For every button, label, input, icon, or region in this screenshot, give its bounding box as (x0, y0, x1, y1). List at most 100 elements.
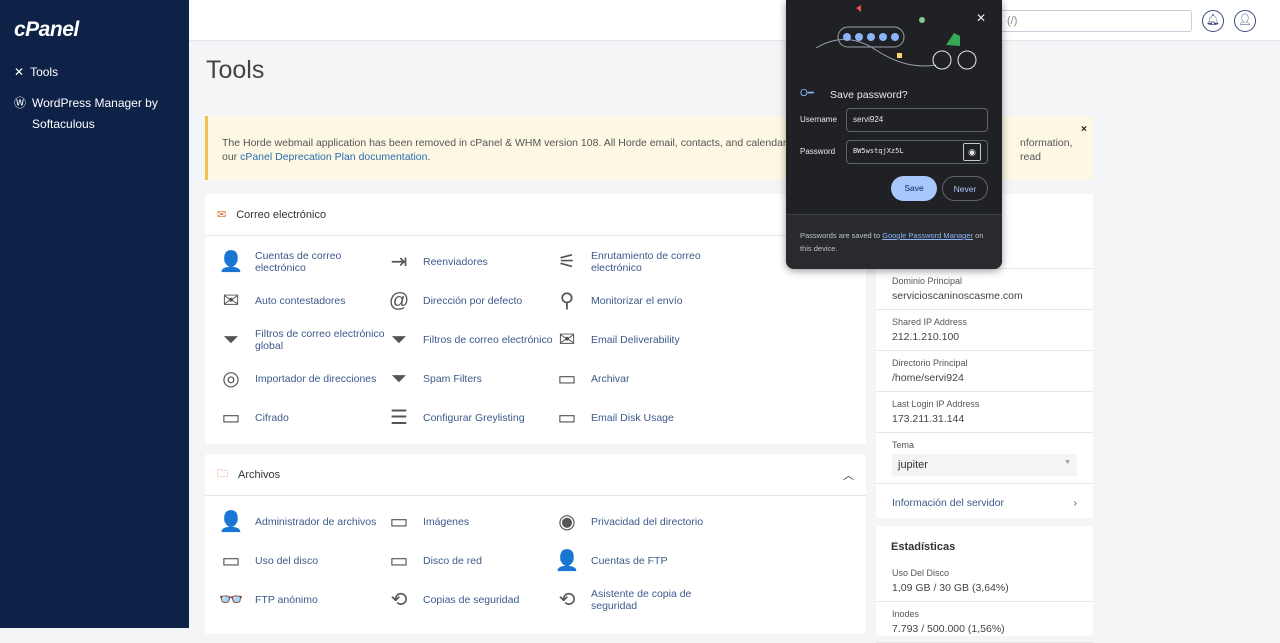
sidebar: cPanel ✕ Tools Ⓦ WordPress Manager by Soft… (0, 0, 189, 628)
info-value: 173.211.31.144 (892, 413, 965, 425)
info-row: Shared IP Address 212.1.210.100 (876, 310, 1093, 351)
theme-value: jupiter (898, 459, 928, 471)
sidebar-item-label: WordPress Manager by Softaculous (32, 96, 158, 131)
collapse-chevron-icon[interactable]: ︿ (843, 467, 854, 483)
theme-select[interactable]: jupiter ▼ (892, 454, 1077, 476)
tool-icon: ◉ (558, 510, 576, 533)
tool-icon: ⟲ (558, 588, 576, 611)
toggle-visibility-eye-icon[interactable]: ◉ (963, 143, 981, 161)
tool-label: Dirección por defecto (423, 294, 523, 307)
tool-link[interactable]: 👓 FTP anónimo (217, 580, 385, 619)
tool-label: Uso del disco (255, 554, 319, 567)
info-label: Directorio Principal (892, 358, 968, 368)
tool-link[interactable]: ▭ Cifrado (217, 398, 385, 437)
tool-icon: ▭ (389, 549, 409, 572)
tool-link[interactable]: ✉ Email Deliverability (553, 320, 721, 359)
folder-icon: 🗀 (217, 468, 228, 480)
tool-link[interactable]: ⏷ Filtros de correo electrónico (385, 320, 553, 359)
username-label: Username (800, 115, 837, 124)
popup-footer: Passwords are saved to Google Password M… (786, 214, 1002, 269)
tool-link[interactable]: ▭ Archivar (553, 359, 721, 398)
tool-label: Cuentas de FTP (591, 554, 668, 567)
tool-icon: 👤 (554, 549, 580, 572)
tool-icon: ▭ (389, 510, 409, 533)
tool-link[interactable]: @ Dirección por defecto (385, 281, 553, 320)
tool-label: Configurar Greylisting (423, 411, 525, 424)
server-info-link[interactable]: Información del servidor › (876, 484, 1093, 522)
tool-link[interactable]: ⟲ Copias de seguridad (385, 580, 553, 619)
tool-link[interactable]: ◉ Privacidad del directorio (553, 502, 721, 541)
info-row: Uso Del Disco 1,09 GB / 30 GB (3,64%) (876, 561, 1093, 602)
google-password-manager-link[interactable]: Google Password Manager (882, 231, 973, 240)
tool-icon: ⏷ (391, 328, 407, 351)
footer-text: Passwords are saved to (800, 231, 883, 240)
info-value: 1,09 GB / 30 GB (3,64%) (892, 582, 1009, 594)
username-field[interactable]: servi924 (846, 108, 988, 132)
info-label: Shared IP Address (892, 317, 967, 327)
tool-link[interactable]: 👤 Cuentas de correo electrónico (217, 242, 385, 281)
tool-link[interactable]: ▭ Imágenes (385, 502, 553, 541)
email-icon: ✉ (217, 209, 227, 221)
tool-link[interactable]: ▭ Uso del disco (217, 541, 385, 580)
tool-icon: 👓 (218, 588, 244, 611)
theme-label: Tema (892, 440, 915, 450)
sidebar-item-label: Tools (30, 65, 59, 79)
info-label: Uso Del Disco (892, 568, 950, 578)
never-button[interactable]: Never (942, 176, 988, 201)
notice-text: The Horde webmail application has been r… (222, 137, 833, 149)
tool-icon: ⏷ (391, 367, 407, 390)
close-notice-button[interactable]: × (1081, 122, 1087, 136)
info-row: Directorio Principal/home/servi924 (876, 351, 1093, 392)
tool-icon: ▭ (221, 549, 241, 572)
sidebar-item-tools[interactable]: ✕ Tools (14, 62, 58, 83)
close-popup-button[interactable]: ✕ (976, 11, 986, 25)
tool-link[interactable]: 👤 Cuentas de FTP (553, 541, 721, 580)
tool-label: Email Disk Usage (591, 411, 674, 424)
notifications-bell-icon[interactable]: 🔔︎ (1202, 10, 1224, 32)
key-icon: O━ (800, 88, 814, 99)
search-input[interactable]: (/) (1000, 10, 1192, 32)
tool-link[interactable]: ⚲ Monitorizar el envío (553, 281, 721, 320)
tool-link[interactable]: ▭ Disco de red (385, 541, 553, 580)
tool-label: Reenviadores (423, 255, 488, 268)
tool-label: Spam Filters (423, 372, 482, 385)
tool-icon: ✉ (558, 328, 576, 351)
save-password-popup: ✕ O━ Save password? Username servi924 Pa… (786, 0, 1002, 269)
server-info-label: Información del servidor (892, 497, 1005, 509)
tool-icon: ⏷ (223, 328, 239, 351)
tool-label: Copias de seguridad (423, 593, 520, 606)
page-title: Tools (206, 56, 265, 84)
tool-link[interactable]: ◎ Importador de direcciones (217, 359, 385, 398)
tool-link[interactable]: ✉ Auto contestadores (217, 281, 385, 320)
tool-link[interactable]: 👤 Administrador de archivos (217, 502, 385, 541)
wordpress-icon: Ⓦ (14, 96, 27, 110)
panel-title: Archivos (238, 468, 281, 481)
tool-icon: ▭ (557, 406, 577, 429)
tool-link[interactable]: ☰ Configurar Greylisting (385, 398, 553, 437)
tool-label: Disco de red (423, 554, 482, 567)
notice-text2-suffix: . (427, 151, 431, 163)
tool-label: Archivar (591, 372, 630, 385)
tool-link[interactable]: ▭ Email Disk Usage (553, 398, 721, 437)
tool-icon: ◎ (222, 367, 240, 390)
sidebar-item-wordpress[interactable]: Ⓦ WordPress Manager by Softaculous (14, 93, 174, 135)
deprecation-plan-link[interactable]: cPanel Deprecation Plan documentation (240, 151, 427, 163)
password-illustration (815, 5, 977, 70)
cpanel-logo[interactable]: cPanel (14, 18, 79, 42)
tool-link[interactable]: ⟲ Asistente de copia de seguridad (553, 580, 721, 619)
info-value: /home/servi924 (892, 372, 964, 384)
info-value: 212.1.210.100 (892, 331, 960, 343)
tool-icon: 👤 (218, 510, 244, 533)
save-button[interactable]: Save (891, 176, 937, 201)
info-value: 7.793 / 500.000 (1,56%) (892, 623, 1005, 635)
tool-label: Imágenes (423, 515, 470, 528)
user-account-icon[interactable]: 👤︎ (1234, 10, 1256, 32)
tool-label: Email Deliverability (591, 333, 680, 346)
tool-link[interactable]: ⏷ Filtros de correo electrónico global (217, 320, 385, 359)
tool-icon: ✉ (222, 289, 240, 312)
tool-label: Filtros de correo electrónico global (255, 327, 385, 352)
tool-link[interactable]: ⚟ Enrutamiento de correo electrónico (553, 242, 721, 281)
tool-link[interactable]: ⏷ Spam Filters (385, 359, 553, 398)
tool-label: Privacidad del directorio (591, 515, 704, 528)
tool-link[interactable]: ⇥ Reenviadores (385, 242, 553, 281)
